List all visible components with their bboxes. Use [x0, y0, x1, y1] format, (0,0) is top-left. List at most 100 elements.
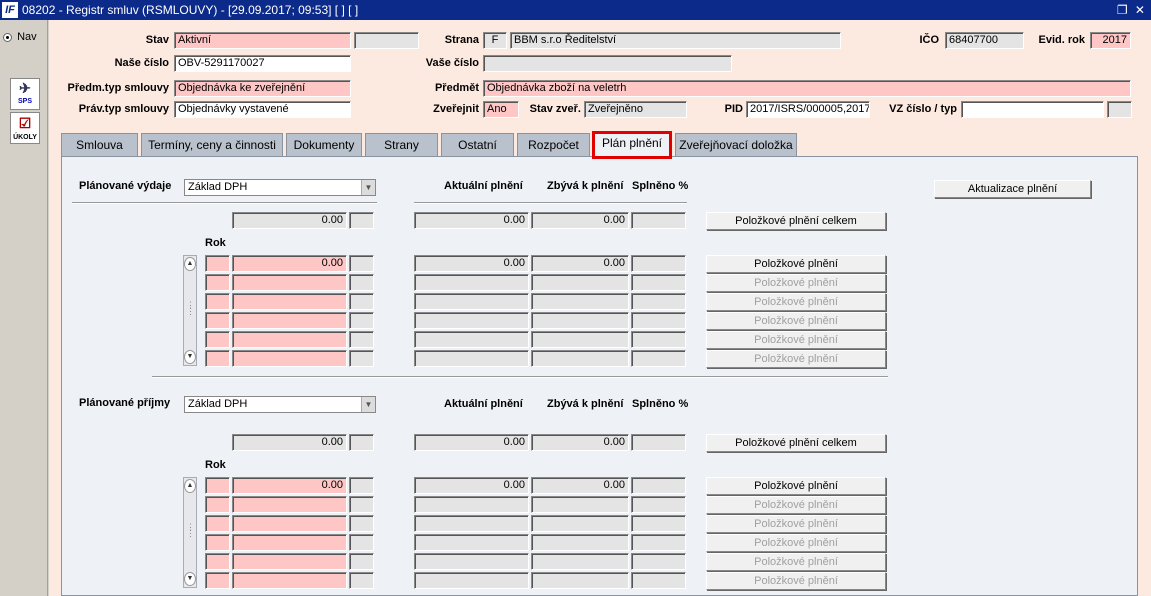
pid-field[interactable]: 2017/ISRS/000005,2017/	[746, 101, 870, 118]
zverejnit-field[interactable]: Ano	[483, 101, 519, 118]
income-planned-value-field[interactable]	[232, 496, 347, 513]
expenses-planned-value-field[interactable]	[232, 312, 347, 329]
income-remaining-value-field[interactable]	[531, 572, 629, 589]
expenses-planned-extra-field[interactable]	[349, 312, 374, 329]
income-planned-value-field[interactable]	[232, 572, 347, 589]
nav-radio[interactable]: Nav	[3, 31, 37, 43]
expenses-percent-field[interactable]	[631, 312, 686, 329]
expenses-total-percent[interactable]	[631, 212, 686, 229]
income-year-field[interactable]	[205, 534, 230, 551]
income-planned-extra-field[interactable]	[349, 572, 374, 589]
income-planned-extra-field[interactable]	[349, 515, 374, 532]
income-row-plneni-button[interactable]: Položkové plnění	[706, 534, 886, 552]
income-percent-field[interactable]	[631, 553, 686, 570]
expenses-actual-value-field[interactable]	[414, 293, 529, 310]
income-actual-value-field[interactable]	[414, 496, 529, 513]
income-total-percent[interactable]	[631, 434, 686, 451]
expenses-row-plneni-button[interactable]: Položkové plnění	[706, 255, 886, 273]
income-remaining-value-field[interactable]	[531, 496, 629, 513]
expenses-row-plneni-button[interactable]: Položkové plnění	[706, 331, 886, 349]
window-controls[interactable]: ❐ ✕	[1117, 0, 1147, 20]
sps-button[interactable]: ✈ SPS	[10, 78, 40, 110]
tab-dokumenty[interactable]: Dokumenty	[286, 133, 362, 157]
tab-ostatni[interactable]: Ostatní	[441, 133, 514, 157]
expenses-planned-extra-field[interactable]	[349, 274, 374, 291]
expenses-planned-value-field[interactable]	[232, 331, 347, 348]
income-actual-value-field[interactable]	[414, 515, 529, 532]
income-planned-extra-field[interactable]	[349, 534, 374, 551]
income-actual-value-field[interactable]: 0.00	[414, 477, 529, 494]
income-total-remaining[interactable]: 0.00	[531, 434, 629, 451]
vase-cislo-field[interactable]	[483, 55, 732, 72]
expenses-row-plneni-button[interactable]: Položkové plnění	[706, 293, 886, 311]
expenses-total-button[interactable]: Položkové plnění celkem	[706, 212, 886, 230]
income-planned-value-field[interactable]	[232, 515, 347, 532]
expenses-year-field[interactable]	[205, 293, 230, 310]
income-planned-value-field[interactable]	[232, 553, 347, 570]
strana-code-field[interactable]: F	[483, 32, 507, 49]
scroll-up-icon[interactable]: ▲	[184, 479, 196, 493]
expenses-remaining-value-field[interactable]	[531, 331, 629, 348]
income-year-field[interactable]	[205, 515, 230, 532]
income-year-field[interactable]	[205, 477, 230, 494]
expenses-remaining-value-field[interactable]	[531, 350, 629, 367]
expenses-year-field[interactable]	[205, 255, 230, 272]
income-total-actual[interactable]: 0.00	[414, 434, 529, 451]
income-row-plneni-button[interactable]: Položkové plnění	[706, 572, 886, 590]
predmet-field[interactable]: Objednávka zboží na veletrh	[483, 80, 1131, 97]
expenses-row-plneni-button[interactable]: Položkové plnění	[706, 312, 886, 330]
expenses-planned-extra-field[interactable]	[349, 255, 374, 272]
expenses-basis-select[interactable]: Základ DPH ▼	[184, 179, 376, 196]
tab-smlouva[interactable]: Smlouva	[61, 133, 138, 157]
expenses-year-field[interactable]	[205, 331, 230, 348]
income-percent-field[interactable]	[631, 534, 686, 551]
tab-plan-plneni[interactable]: Plán plnění	[592, 131, 672, 159]
income-actual-value-field[interactable]	[414, 534, 529, 551]
scroll-down-icon[interactable]: ▼	[184, 572, 196, 586]
expenses-actual-value-field[interactable]: 0.00	[414, 255, 529, 272]
expenses-row-plneni-button[interactable]: Položkové plnění	[706, 350, 886, 368]
expenses-remaining-value-field[interactable]	[531, 274, 629, 291]
expenses-remaining-value-field[interactable]: 0.00	[531, 255, 629, 272]
expenses-year-field[interactable]	[205, 350, 230, 367]
expenses-actual-value-field[interactable]	[414, 331, 529, 348]
income-scrollbar[interactable]: ▲ ⋮ ⋮ ▼	[183, 477, 197, 588]
income-year-field[interactable]	[205, 572, 230, 589]
chevron-down-icon[interactable]: ▼	[361, 180, 375, 195]
ukoly-button[interactable]: ☑ ÚKOLY	[10, 112, 40, 144]
predm-typ-field[interactable]: Objednávka ke zveřejnění	[174, 80, 351, 97]
income-percent-field[interactable]	[631, 515, 686, 532]
vz-type-field[interactable]	[1107, 101, 1132, 118]
income-remaining-value-field[interactable]	[531, 534, 629, 551]
expenses-percent-field[interactable]	[631, 331, 686, 348]
expenses-planned-value-field[interactable]: 0.00	[232, 255, 347, 272]
expenses-total-remaining[interactable]: 0.00	[531, 212, 629, 229]
evid-rok-field[interactable]: 2017	[1090, 32, 1131, 49]
expenses-percent-field[interactable]	[631, 255, 686, 272]
income-row-plneni-button[interactable]: Položkové plnění	[706, 553, 886, 571]
stav-field[interactable]: Aktivní	[174, 32, 351, 49]
expenses-planned-value-field[interactable]	[232, 350, 347, 367]
expenses-percent-field[interactable]	[631, 350, 686, 367]
nase-cislo-field[interactable]: OBV-5291170027	[174, 55, 351, 72]
chevron-down-icon[interactable]: ▼	[361, 397, 375, 412]
expenses-year-field[interactable]	[205, 274, 230, 291]
income-remaining-value-field[interactable]	[531, 515, 629, 532]
income-row-plneni-button[interactable]: Položkové plnění	[706, 477, 886, 495]
scroll-grip-icon[interactable]: ⋮ ⋮	[186, 301, 195, 316]
expenses-planned-extra-field[interactable]	[349, 331, 374, 348]
income-percent-field[interactable]	[631, 572, 686, 589]
income-planned-extra-field[interactable]	[349, 496, 374, 513]
income-remaining-value-field[interactable]: 0.00	[531, 477, 629, 494]
strana-field[interactable]: BBM s.r.o Ředitelství	[510, 32, 841, 49]
stav-extra-field[interactable]	[354, 32, 419, 49]
tab-zverejnovaci-dolozka[interactable]: Zveřejňovací doložka	[675, 133, 797, 157]
expenses-planned-extra-field[interactable]	[349, 293, 374, 310]
tab-rozpocet[interactable]: Rozpočet	[517, 133, 590, 157]
scroll-up-icon[interactable]: ▲	[184, 257, 196, 271]
expenses-actual-value-field[interactable]	[414, 274, 529, 291]
expenses-remaining-value-field[interactable]	[531, 312, 629, 329]
vz-field[interactable]	[961, 101, 1104, 118]
income-total-value[interactable]: 0.00	[232, 434, 347, 451]
tab-strany[interactable]: Strany	[365, 133, 438, 157]
